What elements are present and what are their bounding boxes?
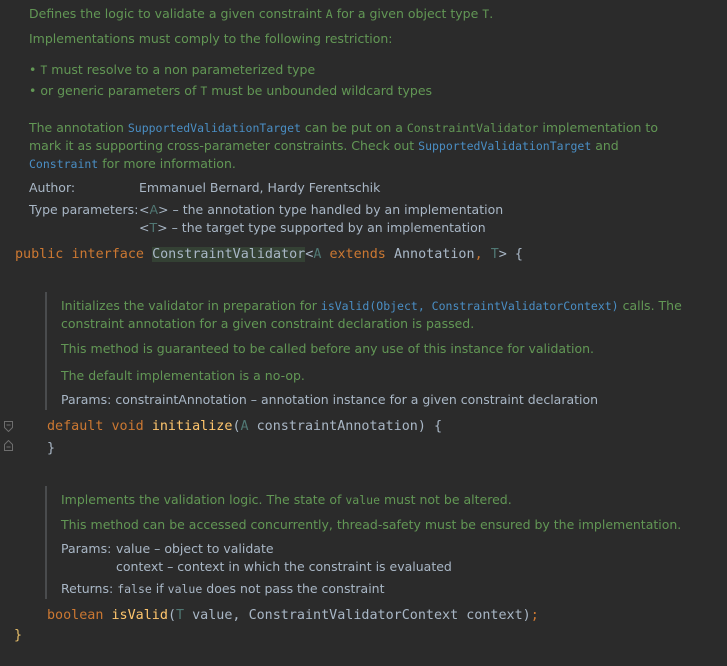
initialize-method-name[interactable]: initialize <box>152 419 233 434</box>
initialize-method-signature[interactable]: default void initialize(A constraintAnno… <box>47 418 442 436</box>
init-params: Params: constraintAnnotation – annotatio… <box>61 392 599 407</box>
author-value: Emmanuel Bernard, Hardy Ferentschik <box>139 180 381 195</box>
valid-doc-line1: Implements the validation logic. The sta… <box>61 492 512 507</box>
fold-end-icon[interactable] <box>4 440 13 451</box>
doc-annotation-para-line1: The annotation SupportedValidationTarget… <box>29 120 658 135</box>
doc-annotation-para-line3: Constraint for more information. <box>29 156 236 171</box>
init-doc-line4: The default implementation is a no-op. <box>61 368 305 383</box>
interface-name[interactable]: ConstraintValidator <box>152 247 306 262</box>
doc-annotation-para-line2: mark it as supporting cross-parameter co… <box>29 138 619 153</box>
javadoc-bar-isvalid <box>45 486 47 599</box>
supported-validation-target-link[interactable]: SupportedValidationTarget <box>128 121 301 135</box>
doc-bullet-2: • or generic parameters of T must be unb… <box>29 83 433 98</box>
bullet-dot: • <box>29 83 41 98</box>
supported-validation-target-link-2[interactable]: SupportedValidationTarget <box>418 139 591 153</box>
initialize-close-brace: } <box>47 441 56 456</box>
javadoc-bar-initialize <box>45 292 47 410</box>
init-doc-line1: Initializes the validator in preparation… <box>61 298 682 313</box>
doc-restriction-line: Implementations must comply to the follo… <box>29 31 393 46</box>
isvalid-method-signature[interactable]: boolean isValid(T value, ConstraintValid… <box>47 607 539 625</box>
valid-returns: Returns: false if value does not pass th… <box>61 581 385 596</box>
valid-param-value: value – object to validate <box>116 541 274 556</box>
type-param-a: <A> – the annotation type handled by an … <box>139 202 504 217</box>
init-doc-line2: constraint annotation for a given constr… <box>61 316 475 331</box>
interface-declaration[interactable]: public interface ConstraintValidator<A e… <box>15 246 523 264</box>
valid-param-context: context – context in which the constrain… <box>116 559 452 574</box>
isvalid-link[interactable]: isValid(Object, ConstraintValidatorConte… <box>321 299 619 313</box>
fold-marker-icon[interactable] <box>4 421 13 432</box>
type-parameters-label: Type parameters: <box>29 202 139 217</box>
author-label: Author: <box>29 180 76 195</box>
type-param-t: <T> – the target type supported by an im… <box>139 220 486 235</box>
init-doc-line3: This method is guaranteed to be called b… <box>61 341 595 356</box>
interface-close-brace: } <box>14 628 23 643</box>
isvalid-method-name[interactable]: isValid <box>112 608 168 623</box>
doc-summary-line: Defines the logic to validate a given co… <box>29 6 494 21</box>
constraint-link[interactable]: Constraint <box>29 157 98 171</box>
doc-bullet-1: • T must resolve to a non parameterized … <box>29 62 316 77</box>
valid-doc-line2: This method can be accessed concurrently… <box>61 517 682 532</box>
valid-params-label: Params: <box>61 541 112 556</box>
bullet-dot: • <box>29 62 41 77</box>
